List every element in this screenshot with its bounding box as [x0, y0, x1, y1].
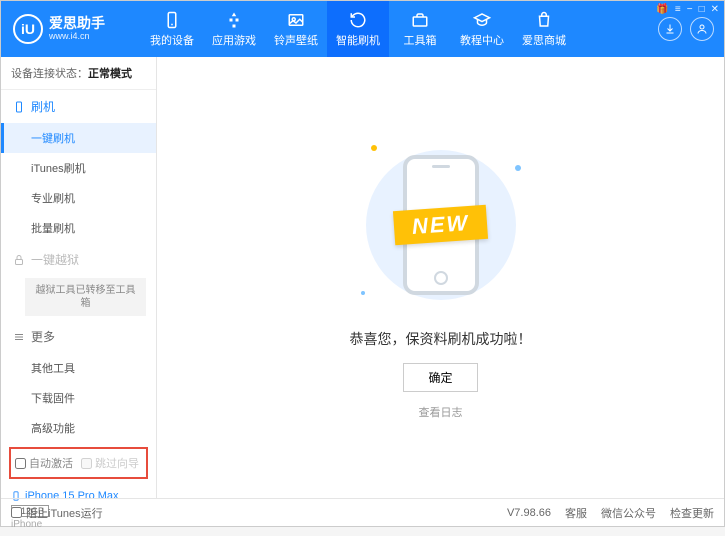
- sidebar-item-itunes[interactable]: iTunes刷机: [1, 153, 156, 183]
- user-button[interactable]: [690, 17, 714, 41]
- nav-apps[interactable]: 应用游戏: [203, 1, 265, 57]
- view-log-link[interactable]: 查看日志: [419, 404, 463, 420]
- main-content: NEW 恭喜您，保资料刷机成功啦！ 确定 查看日志: [157, 57, 724, 498]
- phone-icon: [13, 101, 25, 113]
- sidebar: 设备连接状态：正常模式 刷机 一键刷机 iTunes刷机 专业刷机 批量刷机 一…: [1, 57, 157, 498]
- sidebar-item-onekey[interactable]: 一键刷机: [1, 123, 156, 153]
- nav-label: 教程中心: [460, 32, 504, 48]
- sidebar-group-more[interactable]: 更多: [1, 320, 156, 353]
- nav-label: 智能刷机: [336, 32, 380, 48]
- nav-tutorial[interactable]: 教程中心: [451, 1, 513, 57]
- success-message: 恭喜您，保资料刷机成功啦！: [350, 329, 532, 349]
- toolbox-icon: [410, 10, 430, 30]
- nav-device[interactable]: 我的设备: [141, 1, 203, 57]
- block-itunes-checkbox[interactable]: 阻止iTunes运行: [11, 505, 103, 521]
- nav-ringtone[interactable]: 铃声壁纸: [265, 1, 327, 57]
- titlebar-controls: 🎁 ≡ − □ ✕: [656, 4, 719, 15]
- nav-label: 铃声壁纸: [274, 32, 318, 48]
- apps-icon: [224, 10, 244, 30]
- download-button[interactable]: [658, 17, 682, 41]
- list-icon: [13, 331, 25, 343]
- logo-icon: iU: [13, 14, 43, 44]
- statusbar: 阻止iTunes运行 V7.98.66 客服 微信公众号 检查更新: [1, 498, 724, 526]
- sidebar-item-other-tools[interactable]: 其他工具: [1, 353, 156, 383]
- ok-button[interactable]: 确定: [403, 363, 477, 392]
- cap-icon: [472, 10, 492, 30]
- success-illustration: NEW: [341, 135, 541, 315]
- nav-mall[interactable]: 爱思商城: [513, 1, 575, 57]
- bag-icon: [534, 10, 554, 30]
- sidebar-group-flash[interactable]: 刷机: [1, 90, 156, 123]
- image-icon: [286, 10, 306, 30]
- phone-icon: [162, 10, 182, 30]
- nav-toolbox[interactable]: 工具箱: [389, 1, 451, 57]
- sidebar-item-batch[interactable]: 批量刷机: [1, 213, 156, 243]
- version-label: V7.98.66: [507, 507, 551, 519]
- jailbreak-moved-note: 越狱工具已转移至工具箱: [25, 278, 146, 316]
- nav-flash[interactable]: 智能刷机: [327, 1, 389, 57]
- gift-icon[interactable]: 🎁: [656, 4, 668, 15]
- sidebar-item-advanced[interactable]: 高级功能: [1, 413, 156, 443]
- auto-activate-checkbox[interactable]: 自动激活: [15, 455, 73, 471]
- minimize-icon[interactable]: −: [687, 4, 693, 15]
- close-icon[interactable]: ✕: [711, 4, 719, 15]
- nav-label: 爱思商城: [522, 32, 566, 48]
- logo-area: iU 爱思助手 www.i4.cn: [1, 1, 141, 57]
- skip-guide-checkbox[interactable]: 跳过向导: [81, 455, 139, 471]
- connection-status: 设备连接状态：正常模式: [1, 57, 156, 90]
- nav-label: 应用游戏: [212, 32, 256, 48]
- nav-label: 我的设备: [150, 32, 194, 48]
- support-link[interactable]: 客服: [565, 505, 587, 521]
- refresh-icon: [348, 10, 368, 30]
- lock-icon: [13, 254, 25, 266]
- top-nav: 我的设备 应用游戏 铃声壁纸 智能刷机: [141, 1, 658, 57]
- check-update-link[interactable]: 检查更新: [670, 505, 714, 521]
- app-title: 爱思助手: [49, 16, 105, 31]
- sidebar-group-jailbreak: 一键越狱: [1, 243, 156, 276]
- app-url: www.i4.cn: [49, 32, 105, 42]
- wechat-link[interactable]: 微信公众号: [601, 505, 656, 521]
- nav-label: 工具箱: [404, 32, 437, 48]
- new-badge: NEW: [393, 205, 488, 245]
- sidebar-item-pro[interactable]: 专业刷机: [1, 183, 156, 213]
- flash-options: 自动激活 跳过向导: [9, 447, 148, 479]
- menu-icon[interactable]: ≡: [675, 4, 681, 15]
- maximize-icon[interactable]: □: [699, 4, 705, 15]
- header: 🎁 ≡ − □ ✕ iU 爱思助手 www.i4.cn 我的设备: [1, 1, 724, 57]
- sidebar-item-download-fw[interactable]: 下载固件: [1, 383, 156, 413]
